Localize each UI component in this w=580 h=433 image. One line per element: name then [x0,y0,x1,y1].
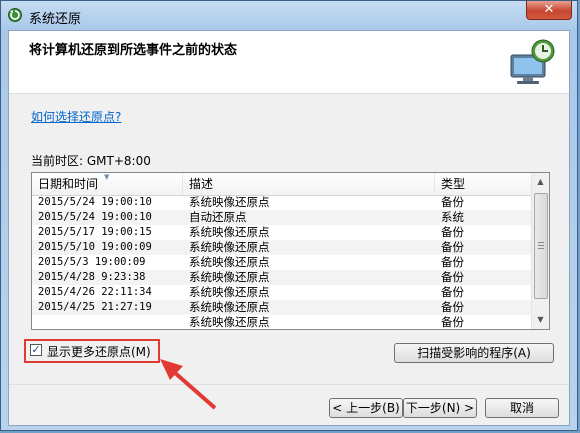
list-row[interactable]: 2015/4/26 22:11:34 系统映像还原点 备份 [32,285,534,300]
close-button[interactable]: ✕ [526,1,572,20]
cell-type: 备份 [441,240,464,254]
cell-datetime: 2015/4/25 21:27:19 [38,301,152,313]
sort-arrow-icon: ▼ [104,173,110,181]
scroll-thumb[interactable] [534,193,548,299]
system-restore-icon [8,8,22,22]
cell-datetime: 2015/5/17 19:00:15 [38,226,152,238]
header-panel: 将计算机还原到所选事件之前的状态 [9,31,569,94]
cell-type: 备份 [441,195,464,209]
column-datetime-label: 日期和时间 [38,177,99,191]
column-header-type[interactable]: 类型 [435,173,534,195]
list-row[interactable]: 2015/5/3 19:00:09 系统映像还原点 备份 [32,255,534,270]
column-header-description[interactable]: 描述 [183,173,435,195]
window-title: 系统还原 [29,12,82,27]
list-rows: 2015/5/24 19:00:10 系统映像还原点 备份 2015/5/24 19:… [32,195,534,329]
cell-datetime: 2015/5/24 19:00:10 [38,196,152,208]
cell-type: 备份 [441,225,464,239]
cell-description: 系统映像还原点 [189,195,270,209]
title-bar: 系统还原 ✕ [1,1,577,29]
grip-line [538,242,544,243]
list-row[interactable]: 系统映像还原点 备份 [32,315,534,329]
cell-description: 系统映像还原点 [189,315,270,329]
cell-type: 备份 [441,285,464,299]
cell-description: 系统映像还原点 [189,285,270,299]
list-row[interactable]: 2015/4/28 9:23:38 系统映像还原点 备份 [32,270,534,285]
page-heading: 将计算机还原到所选事件之前的状态 [29,43,238,58]
cell-type: 备份 [441,270,464,284]
list-row[interactable]: 2015/5/10 19:00:09 系统映像还原点 备份 [32,240,534,255]
cell-type: 备份 [441,255,464,269]
grip-line [538,245,544,246]
cell-description: 系统映像还原点 [189,300,270,314]
system-restore-window: 系统还原 ✕ 将计算机还原到所选事件之前的状态 如何选择还原点? 当前时区: G… [0,0,578,431]
cell-description: 系统映像还原点 [189,270,270,284]
annotation-highlight-box [24,339,160,363]
vertical-scrollbar[interactable]: ▲ ▼ [531,173,549,329]
cell-description: 系统映像还原点 [189,240,270,254]
list-row[interactable]: 2015/5/24 19:00:10 自动还原点 系统 [32,210,534,225]
list-header: ▼ 日期和时间 描述 类型 [32,173,534,196]
cancel-button[interactable]: 取消 [485,398,559,418]
dialog-client-area: 将计算机还原到所选事件之前的状态 如何选择还原点? 当前时区: GMT+8:00… [8,30,570,426]
scroll-down-icon[interactable]: ▼ [533,312,548,328]
next-button[interactable]: 下一步(N) > [403,398,477,418]
scan-affected-programs-button[interactable]: 扫描受影响的程序(A) [394,343,554,363]
cell-datetime: 2015/5/10 19:00:09 [38,241,152,253]
cell-type: 系统 [441,210,464,224]
cell-description: 自动还原点 [189,210,247,224]
grip-line [538,248,544,249]
timezone-label: 当前时区: GMT+8:00 [31,154,151,168]
restore-computer-icon [510,39,555,84]
cell-description: 系统映像还原点 [189,255,270,269]
cell-datetime: 2015/5/3 19:00:09 [38,256,146,268]
back-button[interactable]: < 上一步(B) [329,398,403,418]
column-header-datetime[interactable]: ▼ 日期和时间 [32,173,183,195]
cell-description: 系统映像还原点 [189,225,270,239]
restore-points-list[interactable]: ▼ 日期和时间 描述 类型 2015/5/24 19:00:10 系统映像还原点备… [31,172,550,330]
cell-datetime: 2015/5/24 19:00:10 [38,211,152,223]
cell-datetime: 2015/4/28 9:23:38 [38,271,146,283]
help-link[interactable]: 如何选择还原点? [31,108,121,125]
list-row[interactable]: 2015/5/17 19:00:15 系统映像还原点 备份 [32,225,534,240]
list-row[interactable]: 2015/4/25 21:27:19 系统映像还原点 备份 [32,300,534,315]
scroll-up-icon[interactable]: ▲ [533,174,548,190]
cell-datetime: 2015/4/26 22:11:34 [38,286,152,298]
cell-type: 备份 [441,300,464,314]
cell-type: 备份 [441,315,464,329]
list-row[interactable]: 2015/5/24 19:00:10 系统映像还原点 备份 [32,195,534,210]
footer-divider [9,384,569,385]
